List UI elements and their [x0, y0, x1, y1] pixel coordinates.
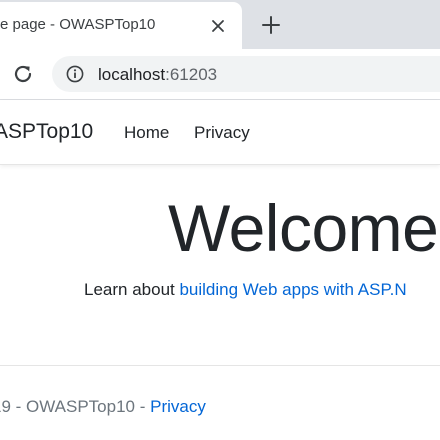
url-text[interactable]: localhost:61203 [98, 65, 217, 85]
active-tab[interactable]: e page - OWASPTop10 [0, 2, 242, 49]
footer-text: 19 - OWASPTop10 - [0, 397, 151, 416]
tab-title: e page - OWASPTop10 [0, 16, 156, 33]
welcome-heading: Welcome [168, 191, 439, 265]
lead-text: Learn about [84, 280, 180, 299]
url-port: :61203 [165, 65, 218, 84]
lead-paragraph: Learn about building Web apps with ASP.N [84, 280, 407, 300]
url-host: localhost [98, 65, 166, 84]
tab-strip: e page - OWASPTop10 [0, 0, 440, 49]
nav-link-home[interactable]: Home [124, 123, 169, 143]
site-navbar: ASPTop10 Home Privacy [0, 100, 440, 165]
reload-icon[interactable] [11, 62, 35, 86]
close-icon[interactable] [210, 18, 226, 34]
docs-link[interactable]: building Web apps with ASP.N [179, 280, 406, 299]
footer: 19 - OWASPTop10 - Privacy [0, 397, 206, 417]
navbar-brand[interactable]: ASPTop10 [0, 120, 93, 144]
nav-link-privacy[interactable]: Privacy [194, 123, 250, 143]
footer-privacy-link[interactable]: Privacy [150, 397, 206, 416]
address-bar[interactable]: localhost:61203 [52, 56, 440, 92]
browser-window: e page - OWASPTop10 localhost:61203 ASPT… [0, 0, 440, 440]
plus-icon[interactable] [260, 14, 282, 36]
info-icon[interactable] [66, 65, 84, 83]
browser-toolbar: localhost:61203 [0, 49, 440, 100]
footer-divider [0, 365, 440, 366]
